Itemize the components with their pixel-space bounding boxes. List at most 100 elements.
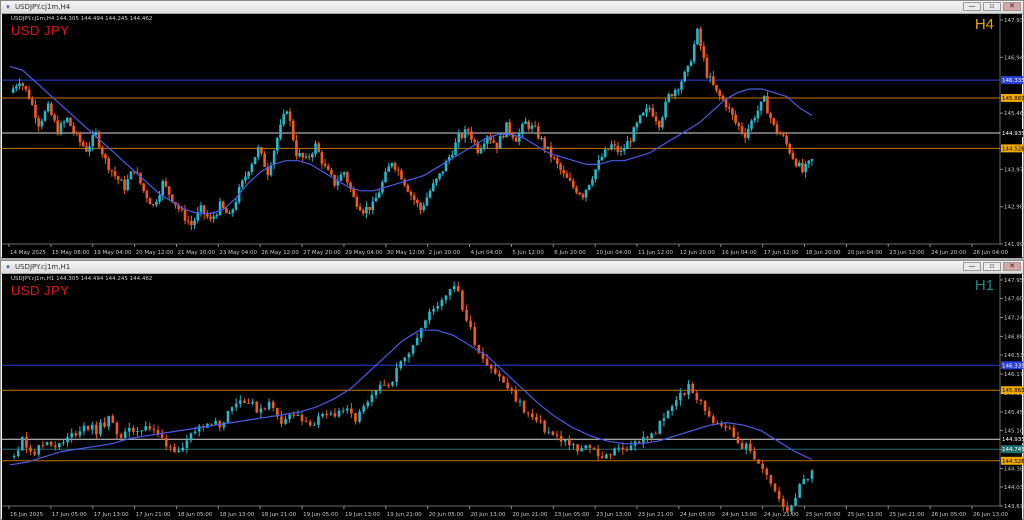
candle-body	[49, 441, 53, 446]
candle-body	[705, 57, 709, 78]
candle-body	[547, 431, 551, 433]
candle-body	[91, 135, 95, 147]
close-button[interactable]: ✕	[1003, 2, 1021, 11]
candle-body	[441, 171, 445, 174]
candle-body	[422, 205, 426, 210]
candle-body	[346, 172, 349, 183]
candle-body	[737, 122, 741, 127]
candle-body	[616, 145, 620, 152]
candle-body	[563, 439, 567, 442]
candle-body	[761, 463, 764, 469]
candle-body	[29, 447, 32, 452]
candle-body	[127, 427, 131, 432]
chart-canvas[interactable]: 147.950 147.600 147.240 146.880 146.530 146.1…	[2, 274, 1024, 520]
candle-body	[234, 202, 238, 210]
candle-body	[689, 61, 693, 66]
price-tick-label: 145.460	[1004, 111, 1024, 117]
candle-body	[461, 291, 464, 310]
candle-body	[251, 401, 254, 404]
candle-body	[285, 111, 289, 114]
candle-body	[501, 135, 505, 138]
candle-body	[342, 172, 346, 175]
candle-body	[148, 198, 152, 205]
time-tick-label: 20 Jun 05:00	[429, 512, 464, 518]
candle-body	[648, 108, 651, 110]
minimize-button[interactable]: —	[963, 262, 981, 271]
time-tick-label: 26 May 12:00	[261, 250, 299, 256]
candle-body	[253, 157, 257, 165]
candle-body	[707, 410, 711, 417]
candle-body	[677, 89, 680, 91]
candle-body	[317, 416, 320, 425]
time-tick-label: 4 Jun 04:00	[471, 250, 503, 256]
candle-body	[62, 442, 65, 444]
candle-body	[788, 143, 792, 153]
candle-body	[119, 434, 123, 438]
candle-body	[514, 389, 518, 402]
chart-plot-area[interactable]: 147.930 146.940 145.460 143.970 142.980 141.9…	[2, 14, 1024, 258]
level-label: 144.935	[1002, 131, 1024, 137]
candle-body	[657, 121, 661, 128]
candle-body	[292, 414, 296, 416]
window-titlebar[interactable]: ▾ USDJPY.cj1m,H1 — ▫ ✕	[1, 261, 1023, 274]
chart-window-h4[interactable]: ▾ USDJPY.cj1m,H4 — ▫ ✕ 147.930 146.940 145…	[0, 0, 1024, 258]
candle-body	[323, 163, 327, 166]
candle-body	[75, 132, 79, 134]
time-tick-label: 19 Jun 21:00	[387, 512, 422, 518]
candle-body	[56, 120, 60, 135]
candle-body	[505, 122, 508, 138]
maximize-button[interactable]: ▫	[983, 262, 1001, 271]
candle-body	[740, 442, 744, 449]
candle-body	[256, 147, 260, 158]
ohlc-readout: USDJPY.cj1m,H1 144.305 144.494 144.245 1…	[11, 276, 153, 282]
window-titlebar[interactable]: ▾ USDJPY.cj1m,H4 — ▫ ✕	[1, 1, 1023, 14]
candle-body	[744, 443, 748, 449]
candle-body	[167, 186, 171, 195]
candle-body	[284, 419, 287, 424]
level-label: 144.745	[1002, 447, 1024, 453]
chart-plot-area[interactable]: 147.950 147.600 147.240 146.880 146.530 146.1…	[2, 274, 1024, 520]
time-tick-label: 16 Jun 2025	[10, 512, 44, 518]
candle-body	[810, 159, 814, 161]
chart-canvas[interactable]: 147.930 146.940 145.460 143.970 142.980 141.9…	[2, 14, 1024, 258]
candle-body	[377, 192, 381, 198]
price-tick-label: 142.980	[1004, 205, 1024, 211]
candle-body	[495, 142, 499, 149]
candle-body	[452, 286, 456, 290]
candle-body	[622, 149, 626, 151]
candle-body	[158, 195, 161, 202]
candle-body	[658, 421, 662, 434]
candle-body	[736, 436, 740, 443]
maximize-button[interactable]: ▫	[983, 2, 1001, 11]
candle-body	[581, 194, 585, 198]
symbol-label: USD JPY	[11, 23, 70, 38]
chart-window-h1[interactable]: ▾ USDJPY.cj1m,H1 — ▫ ✕ 147.950147.600147…	[0, 260, 1024, 520]
candle-body	[600, 156, 604, 161]
candle-body	[578, 192, 581, 195]
candle-body	[126, 179, 130, 191]
candle-body	[790, 505, 793, 512]
candle-body	[58, 443, 61, 448]
candle-body	[670, 406, 674, 411]
time-tick-label: 18 Jun 05:00	[177, 512, 212, 518]
candle-body	[412, 195, 416, 200]
candle-body	[425, 197, 429, 206]
minimize-button[interactable]: —	[963, 2, 981, 11]
candle-body	[522, 401, 526, 413]
candle-body	[588, 445, 592, 448]
level-label: 144.526	[1002, 459, 1024, 465]
candle-body	[185, 440, 189, 448]
candle-body	[424, 320, 427, 328]
window-title: USDJPY.cj1m,H1	[15, 263, 71, 271]
candle-body	[301, 153, 305, 158]
candle-body	[530, 125, 534, 129]
candle-body	[308, 421, 312, 426]
candle-body	[280, 416, 283, 424]
candle-body	[339, 174, 343, 181]
candle-body	[621, 447, 625, 450]
candle-body	[435, 178, 438, 184]
candle-body	[568, 177, 572, 181]
candle-body	[807, 160, 811, 164]
close-button[interactable]: ✕	[1003, 262, 1021, 271]
candle-body	[687, 383, 690, 395]
